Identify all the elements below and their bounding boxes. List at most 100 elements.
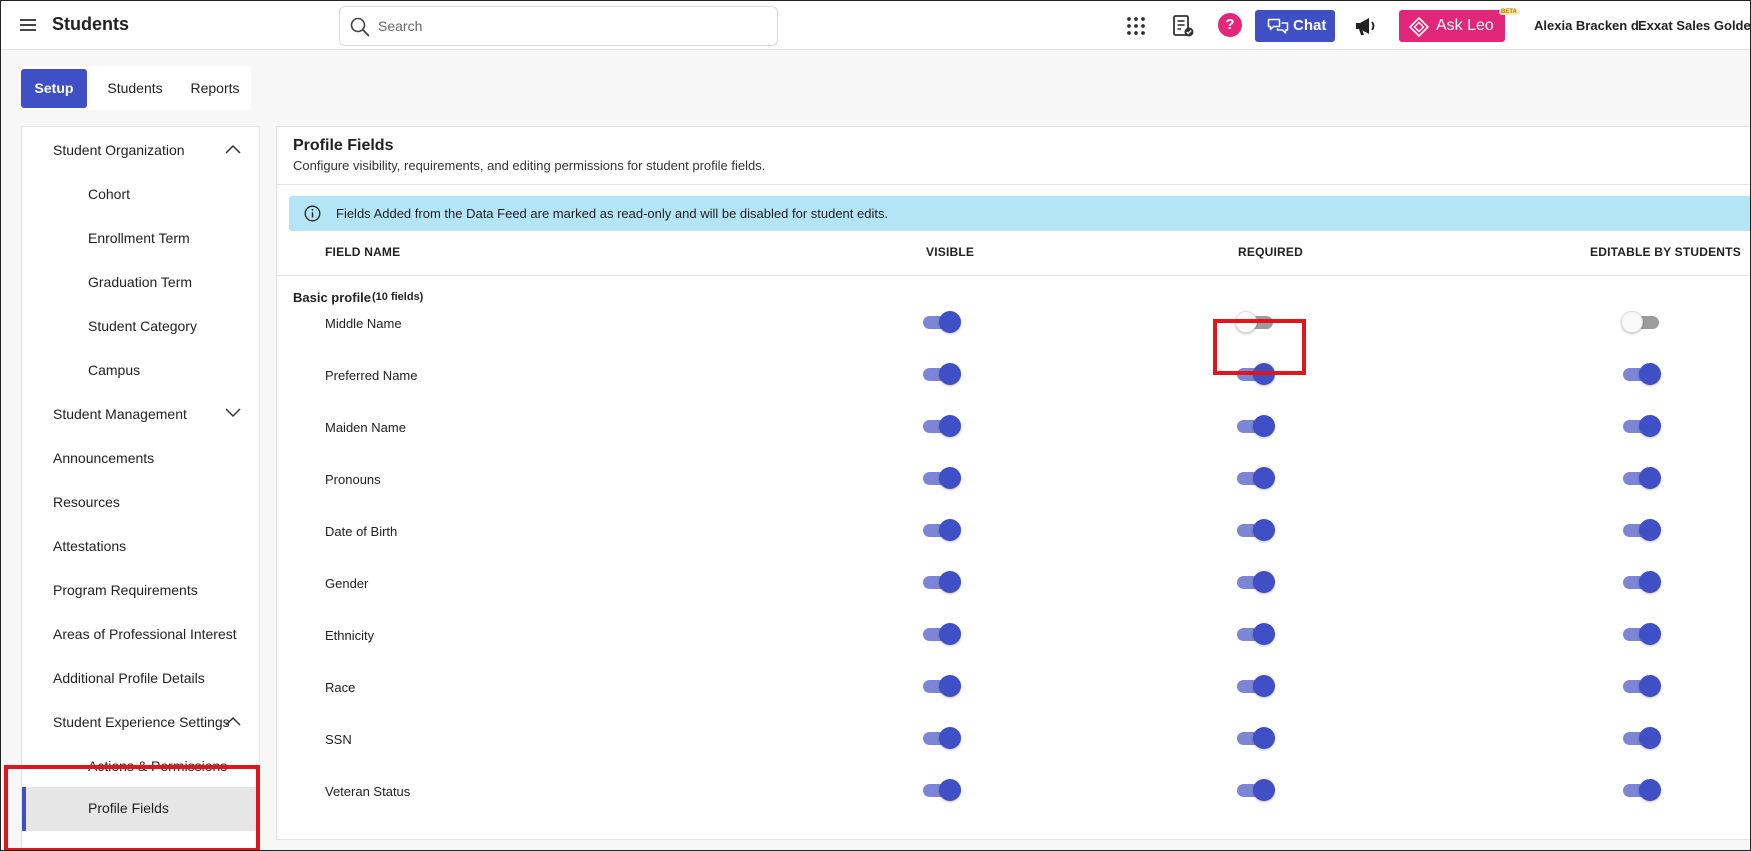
editable-toggle-middle-name[interactable] xyxy=(1621,310,1661,334)
required-toggle-preferred-name[interactable] xyxy=(1237,362,1275,386)
toggle-knob xyxy=(1253,675,1275,697)
field-name-label: Pronouns xyxy=(325,472,381,487)
required-toggle-middle-name[interactable] xyxy=(1235,310,1275,334)
search-box[interactable] xyxy=(339,6,778,46)
sidebar-item-label: Profile Fields xyxy=(88,800,169,816)
sidebar-item-program-requirements[interactable]: Program Requirements xyxy=(22,571,259,611)
field-name-label: Veteran Status xyxy=(325,784,411,799)
sidebar-item-student-experience-settings[interactable]: Student Experience Settings xyxy=(22,703,259,743)
required-toggle-maiden-name[interactable] xyxy=(1237,414,1275,438)
toggle-knob xyxy=(939,675,961,697)
sidebar-item-student-category[interactable]: Student Category xyxy=(22,307,259,347)
required-toggle-gender[interactable] xyxy=(1237,570,1275,594)
tab-setup[interactable]: Setup xyxy=(21,69,87,108)
sidebar-item-label: Student Management xyxy=(53,406,187,422)
sidebar-item-student-management[interactable]: Student Management xyxy=(22,395,259,435)
toggle-knob xyxy=(1253,727,1275,749)
announcement-megaphone-icon[interactable] xyxy=(1353,14,1377,38)
field-name-label: SSN xyxy=(325,732,352,747)
toggle-knob xyxy=(939,363,961,385)
org-name[interactable]: Exxat Sales Golden xyxy=(1638,18,1750,33)
tab-reports[interactable]: Reports xyxy=(179,69,251,108)
sidebar-item-resources[interactable]: Resources xyxy=(22,483,259,523)
sidebar-item-label: Attestations xyxy=(53,538,127,554)
sidebar-item-label: Program Requirements xyxy=(53,582,198,598)
toggle-knob xyxy=(1253,519,1275,541)
visible-toggle-preferred-name[interactable] xyxy=(923,362,961,386)
visible-toggle-maiden-name[interactable] xyxy=(923,414,961,438)
apps-grid-icon[interactable] xyxy=(1124,14,1148,38)
sidebar-item-label: Cohort xyxy=(88,186,131,202)
toggle-knob xyxy=(1639,727,1661,749)
editable-toggle-ethnicity[interactable] xyxy=(1623,622,1661,646)
sidebar-item-graduation-term[interactable]: Graduation Term xyxy=(22,263,259,303)
required-toggle-ethnicity[interactable] xyxy=(1237,622,1275,646)
sidebar-item-label: Additional Profile Details xyxy=(53,670,205,686)
editable-toggle-veteran-status[interactable] xyxy=(1623,778,1661,802)
field-name-label: Race xyxy=(325,680,356,695)
toggle-knob xyxy=(939,727,961,749)
app-title: Students xyxy=(52,14,130,34)
chat-button-label: Chat xyxy=(1293,17,1327,34)
editable-toggle-race[interactable] xyxy=(1623,674,1661,698)
visible-toggle-ethnicity[interactable] xyxy=(923,622,961,646)
info-banner: Fields Added from the Data Feed are mark… xyxy=(289,196,1750,231)
tab-students[interactable]: Students xyxy=(91,69,179,108)
visible-toggle-ssn[interactable] xyxy=(923,726,961,750)
toggle-knob xyxy=(1639,571,1661,593)
toggle-knob xyxy=(939,311,961,333)
section-title: Basic profile xyxy=(293,290,372,305)
hamburger-menu-icon[interactable] xyxy=(20,18,36,32)
required-toggle-ssn[interactable] xyxy=(1237,726,1275,750)
sidebar-item-label: Announcements xyxy=(53,450,155,466)
sidebar-item-label: Graduation Term xyxy=(88,274,193,290)
required-toggle-date-of-birth[interactable] xyxy=(1237,518,1275,542)
toggle-knob xyxy=(939,519,961,541)
editable-toggle-gender[interactable] xyxy=(1623,570,1661,594)
field-name-label: Middle Name xyxy=(325,316,402,331)
visible-toggle-date-of-birth[interactable] xyxy=(923,518,961,542)
editable-toggle-ssn[interactable] xyxy=(1623,726,1661,750)
field-name-label: Ethnicity xyxy=(325,628,375,643)
toggle-knob xyxy=(1639,675,1661,697)
required-toggle-race[interactable] xyxy=(1237,674,1275,698)
sidebar-item-announcements[interactable]: Announcements xyxy=(22,439,259,479)
task-list-icon[interactable] xyxy=(1171,14,1195,38)
sidebar-item-attestations[interactable]: Attestations xyxy=(22,527,259,567)
sidebar-item-label: Student Organization xyxy=(53,142,185,158)
visible-toggle-middle-name[interactable] xyxy=(923,310,961,334)
visible-toggle-gender[interactable] xyxy=(923,570,961,594)
sidebar-item-student-organization[interactable]: Student Organization xyxy=(22,131,259,171)
field-name-label: Maiden Name xyxy=(325,420,406,435)
sidebar-item-profile-fields[interactable]: Profile Fields xyxy=(22,787,259,831)
toggle-knob xyxy=(1253,467,1275,489)
ask-leo-button[interactable]: Ask Leo xyxy=(1399,10,1505,42)
visible-toggle-race[interactable] xyxy=(923,674,961,698)
toggle-knob xyxy=(1253,571,1275,593)
sidebar-item-label: Student Category xyxy=(88,318,197,334)
sidebar-item-additional-profile-details[interactable]: Additional Profile Details xyxy=(22,659,259,699)
required-toggle-pronouns[interactable] xyxy=(1237,466,1275,490)
editable-toggle-maiden-name[interactable] xyxy=(1623,414,1661,438)
visible-toggle-pronouns[interactable] xyxy=(923,466,961,490)
required-toggle-veteran-status[interactable] xyxy=(1237,778,1275,802)
sidebar-item-cohort[interactable]: Cohort xyxy=(22,175,259,215)
sidebar-item-campus[interactable]: Campus xyxy=(22,351,259,391)
search-input[interactable] xyxy=(378,15,758,37)
user-name[interactable]: Alexia Bracken d xyxy=(1534,18,1639,33)
top-bar: Students ? xyxy=(1,1,1750,50)
toggle-knob xyxy=(1639,519,1661,541)
column-header-visible: VISIBLE xyxy=(926,245,975,259)
chat-button[interactable]: Chat xyxy=(1255,10,1335,42)
help-icon[interactable]: ? xyxy=(1218,13,1242,37)
editable-toggle-date-of-birth[interactable] xyxy=(1623,518,1661,542)
editable-toggle-preferred-name[interactable] xyxy=(1623,362,1661,386)
toggle-knob xyxy=(939,623,961,645)
sidebar-item-enrollment-term[interactable]: Enrollment Term xyxy=(22,219,259,259)
visible-toggle-veteran-status[interactable] xyxy=(923,778,961,802)
sidebar-item-actions-permissions[interactable]: Actions & Permissions xyxy=(22,747,259,787)
sidebar-item-areas-of-professional-interest[interactable]: Areas of Professional Interest xyxy=(22,615,259,655)
editable-toggle-pronouns[interactable] xyxy=(1623,466,1661,490)
page-title: Profile Fields xyxy=(293,137,394,154)
toggle-knob xyxy=(1639,363,1661,385)
